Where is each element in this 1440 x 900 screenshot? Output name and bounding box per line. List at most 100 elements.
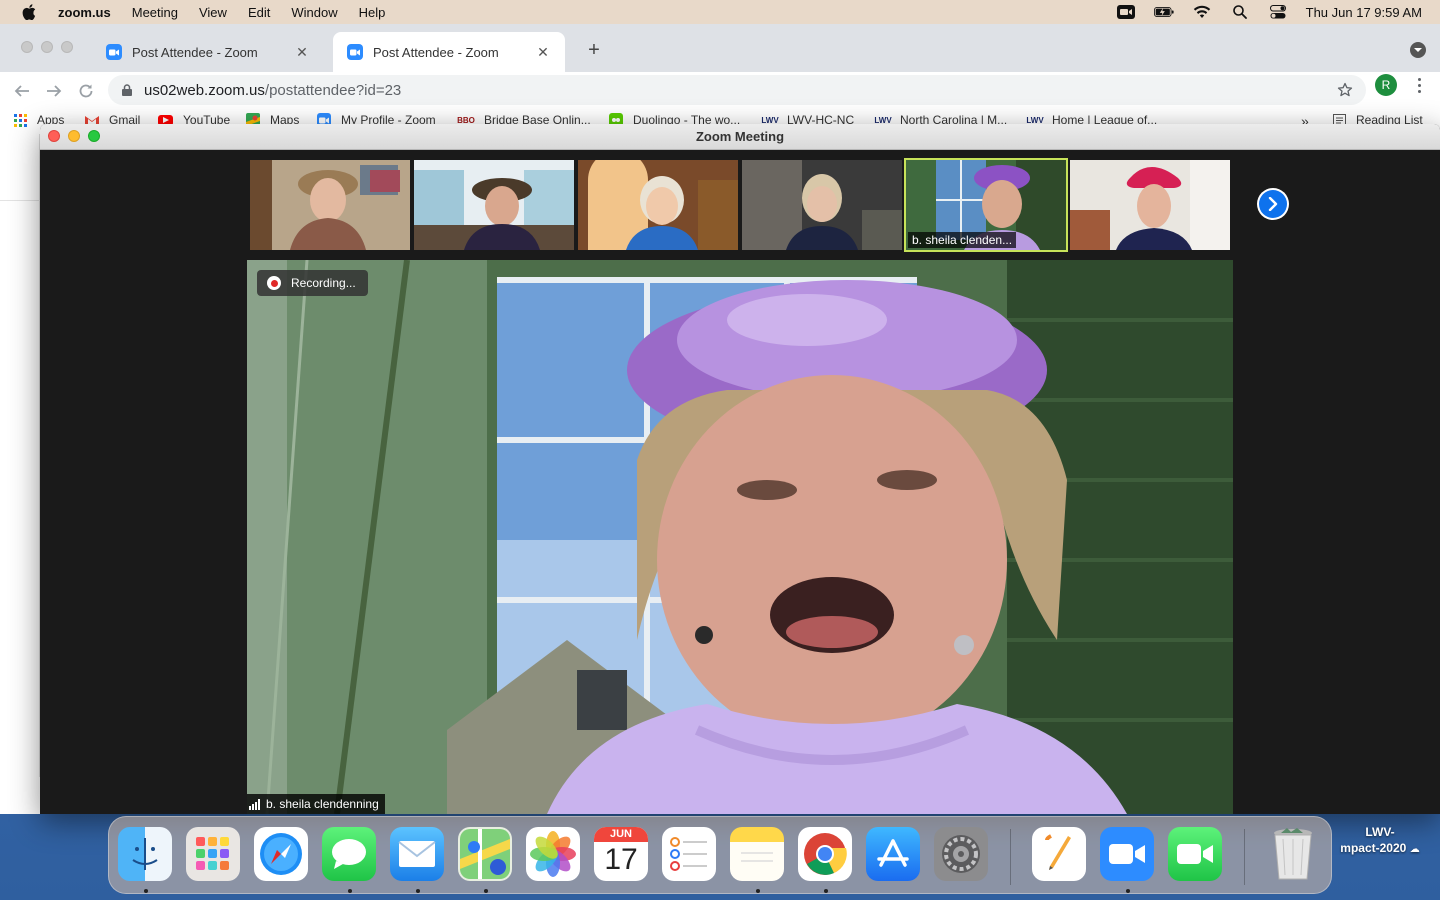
- participant-name-label: b. sheila clenden...: [908, 232, 1017, 248]
- running-indicator: [144, 889, 148, 893]
- web-page-content: [0, 134, 40, 777]
- pages-icon[interactable]: [1032, 827, 1086, 881]
- maps-app-icon[interactable]: [458, 827, 512, 881]
- record-icon: [267, 276, 281, 290]
- speaker-video-frame: [247, 260, 1233, 814]
- running-indicator: [416, 889, 420, 893]
- chevron-right-icon: [1259, 190, 1287, 218]
- safari-icon[interactable]: [254, 827, 308, 881]
- calendar-day: 17: [604, 843, 638, 876]
- spotlight-search-icon[interactable]: [1230, 5, 1250, 19]
- zoom-window-title: Zoom Meeting: [695, 129, 785, 144]
- url-path: /postattendee?id=23: [264, 81, 402, 99]
- bookmark-star-icon[interactable]: [1336, 81, 1354, 99]
- launchpad-icon[interactable]: [186, 827, 240, 881]
- tab-close-icon[interactable]: ✕: [535, 44, 551, 60]
- zoom-close-button[interactable]: [48, 130, 60, 142]
- finder-icon[interactable]: [118, 827, 172, 881]
- active-speaker-video[interactable]: Recording... b. sheila clendenning: [247, 260, 1233, 814]
- zoom-favicon-icon: [106, 44, 122, 60]
- mail-icon[interactable]: [390, 827, 444, 881]
- zoom-meeting-window: Zoom Meeting b. sheila clenden... Record…: [40, 124, 1440, 814]
- zoom-minimize-button[interactable]: [68, 130, 80, 142]
- running-indicator: [824, 889, 828, 893]
- zoom-favicon-icon: [347, 44, 363, 60]
- signal-strength-icon: [249, 798, 260, 810]
- profile-avatar[interactable]: R: [1375, 74, 1397, 96]
- new-tab-button[interactable]: +: [584, 40, 604, 60]
- back-icon[interactable]: [12, 81, 32, 101]
- zoom-status-icon[interactable]: [1116, 5, 1136, 19]
- forward-icon[interactable]: [44, 81, 64, 101]
- speaker-name-text: b. sheila clendenning: [266, 797, 379, 811]
- dock: JUN 17: [108, 816, 1332, 894]
- tab-strip: Post Attendee - Zoom ✕ Post Attendee - Z…: [0, 24, 1440, 72]
- dock-separator: [1244, 829, 1245, 885]
- app-store-icon[interactable]: [866, 827, 920, 881]
- trash-icon[interactable]: [1266, 827, 1320, 881]
- speaker-name-label: b. sheila clendenning: [247, 794, 385, 814]
- icloud-icon: ☁: [1409, 844, 1420, 855]
- zoom-title-bar: Zoom Meeting: [40, 124, 1440, 150]
- browser-minimize-button[interactable]: [41, 41, 53, 53]
- tab-search-icon[interactable]: [1410, 42, 1426, 58]
- tab-title: Post Attendee - Zoom: [132, 44, 258, 60]
- running-indicator: [484, 889, 488, 893]
- participant-thumbnail-active[interactable]: b. sheila clenden...: [904, 158, 1068, 252]
- battery-icon[interactable]: [1153, 5, 1174, 19]
- browser-menu-icon[interactable]: [1414, 76, 1424, 94]
- desktop-item-label[interactable]: LWV- mpact-2020 ☁: [1332, 824, 1428, 858]
- participant-thumbnail[interactable]: [250, 160, 410, 250]
- dock-separator: [1010, 829, 1011, 885]
- tab-post-attendee-1[interactable]: Post Attendee - Zoom ✕: [92, 32, 324, 72]
- messages-icon[interactable]: [322, 827, 376, 881]
- desktop-label-line2: mpact-2020 ☁: [1332, 840, 1428, 858]
- lock-icon[interactable]: [120, 83, 134, 97]
- browser-toolbar: us02web.zoom.us/postattendee?id=23: [0, 72, 1440, 110]
- calendar-icon[interactable]: JUN 17: [594, 827, 648, 881]
- zoom-maximize-button[interactable]: [88, 130, 100, 142]
- menu-app-name[interactable]: zoom.us: [58, 5, 111, 20]
- tab-title: Post Attendee - Zoom: [373, 44, 499, 60]
- desktop-label-line2-text: mpact-2020: [1340, 841, 1407, 855]
- notes-icon[interactable]: [730, 827, 784, 881]
- desktop-label-line1: LWV-: [1365, 825, 1395, 839]
- running-indicator: [756, 889, 760, 893]
- facetime-icon[interactable]: [1168, 827, 1222, 881]
- zoom-window-controls: [48, 130, 100, 142]
- tab-close-icon[interactable]: ✕: [294, 44, 310, 60]
- wifi-icon[interactable]: [1192, 5, 1212, 19]
- participant-thumbnail[interactable]: [1070, 160, 1230, 250]
- next-page-button[interactable]: [1257, 188, 1289, 220]
- menubar-clock[interactable]: Thu Jun 17 9:59 AM: [1306, 5, 1422, 20]
- url-host: us02web.zoom.us: [144, 81, 265, 99]
- reload-icon[interactable]: [76, 81, 96, 101]
- browser-maximize-button[interactable]: [61, 41, 73, 53]
- photos-icon[interactable]: [526, 827, 580, 881]
- calendar-month: JUN: [594, 827, 648, 842]
- participant-thumbnail[interactable]: [742, 160, 902, 250]
- address-bar[interactable]: us02web.zoom.us/postattendee?id=23: [108, 75, 1366, 105]
- control-center-icon[interactable]: [1268, 5, 1288, 19]
- menu-edit[interactable]: Edit: [248, 5, 270, 20]
- menu-help[interactable]: Help: [359, 5, 386, 20]
- participant-thumbnail[interactable]: [578, 160, 738, 250]
- running-indicator: [348, 889, 352, 893]
- apps-grid-icon: [14, 113, 27, 127]
- recording-label: Recording...: [291, 276, 356, 290]
- browser-close-button[interactable]: [21, 41, 33, 53]
- browser-window-controls: [21, 41, 73, 53]
- chrome-icon[interactable]: [798, 827, 852, 881]
- menu-meeting[interactable]: Meeting: [132, 5, 178, 20]
- menu-bar: zoom.us Meeting View Edit Window Help Th…: [0, 0, 1440, 24]
- tab-post-attendee-2[interactable]: Post Attendee - Zoom ✕: [333, 32, 565, 72]
- menu-view[interactable]: View: [199, 5, 227, 20]
- zoom-app-icon[interactable]: [1100, 827, 1154, 881]
- reminders-icon[interactable]: [662, 827, 716, 881]
- running-indicator: [1126, 889, 1130, 893]
- menu-window[interactable]: Window: [291, 5, 337, 20]
- apple-icon[interactable]: [20, 3, 38, 21]
- system-preferences-icon[interactable]: [934, 827, 988, 881]
- recording-indicator[interactable]: Recording...: [257, 270, 368, 296]
- participant-thumbnail[interactable]: [414, 160, 574, 250]
